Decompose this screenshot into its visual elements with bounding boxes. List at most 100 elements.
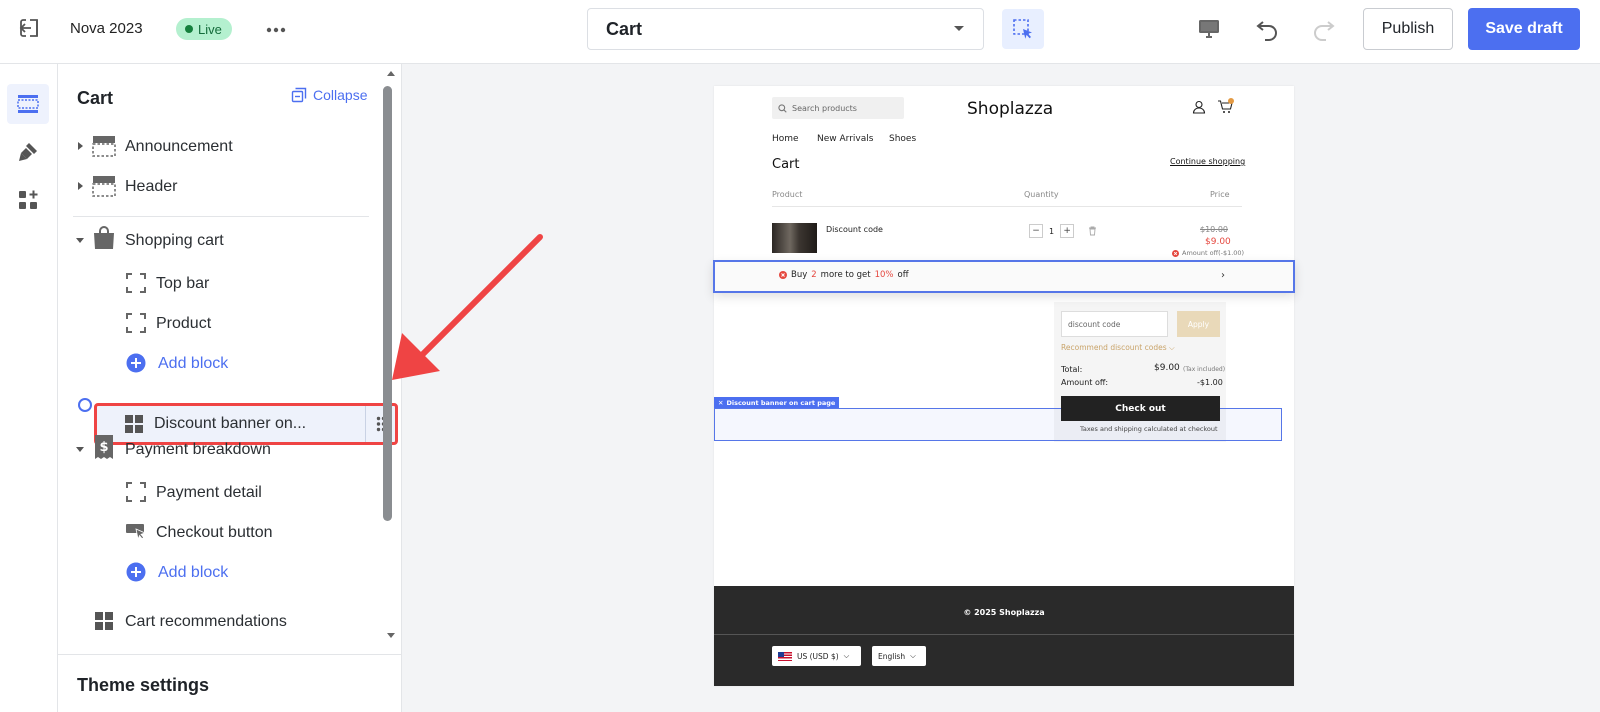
apply-button[interactable]: Apply xyxy=(1177,311,1220,337)
sidebar-item-top-bar[interactable]: Top bar xyxy=(58,267,380,299)
preview-search-box[interactable]: Search products xyxy=(772,97,904,119)
plus-icon[interactable]: + xyxy=(1060,224,1075,238)
column-header-product: Product xyxy=(772,190,803,199)
quantity-value: 1 xyxy=(1049,226,1055,236)
banner-prefix: Buy xyxy=(791,270,808,280)
close-icon[interactable]: ✕ xyxy=(718,399,723,407)
scroll-down-icon[interactable] xyxy=(386,632,396,640)
column-header-quantity: Quantity xyxy=(1024,190,1059,199)
language-value: English xyxy=(878,651,906,661)
more-options-icon[interactable] xyxy=(263,18,289,42)
shopping-bag-icon xyxy=(92,226,116,250)
currency-value: US (USD $) xyxy=(797,651,839,661)
nav-link-new-arrivals[interactable]: New Arrivals xyxy=(817,134,873,144)
account-icon[interactable] xyxy=(1192,100,1206,114)
desktop-view-icon[interactable] xyxy=(1194,14,1224,44)
cursor-button-icon xyxy=(124,520,148,544)
banner-count: 2 xyxy=(811,270,817,280)
sidebar-item-label: Header xyxy=(125,178,178,195)
redo-icon[interactable] xyxy=(1308,14,1338,44)
sidebar-item-shopping-cart[interactable]: Shopping cart xyxy=(58,224,380,256)
language-selector[interactable]: English ⌵ xyxy=(872,646,926,666)
sidebar-item-announcement[interactable]: Announcement xyxy=(58,130,380,162)
divider xyxy=(772,206,1242,207)
price-original: $10.00 xyxy=(1200,225,1228,234)
theme-settings[interactable]: Theme settings xyxy=(58,654,401,712)
status-badge: Live xyxy=(176,18,232,40)
undo-icon[interactable] xyxy=(1253,14,1283,44)
product-name[interactable]: Discount code xyxy=(826,225,883,234)
publish-button[interactable]: Publish xyxy=(1363,8,1453,50)
continue-shopping-link[interactable]: Continue shopping xyxy=(1170,157,1245,166)
section-layout-icon xyxy=(92,174,116,198)
store-brand: Shoplazza xyxy=(967,99,1054,119)
save-draft-button[interactable]: Save draft xyxy=(1468,8,1580,50)
checkout-button[interactable]: Check out xyxy=(1061,396,1220,421)
chevron-down-icon: ⌵ xyxy=(843,651,850,660)
scrollbar-thumb[interactable] xyxy=(383,86,392,521)
sections-icon[interactable] xyxy=(7,84,49,124)
amount-off-text: Amount off(-$1.00) xyxy=(1182,249,1245,257)
total-label: Total: xyxy=(1061,365,1083,374)
recommend-discount-link[interactable]: Recommend discount codes ⌵ xyxy=(1061,343,1175,353)
section-layout-icon xyxy=(92,134,116,158)
add-block-button[interactable]: Add block xyxy=(58,347,380,379)
block-tag[interactable]: ✕ Discount banner on cart page xyxy=(714,397,840,408)
nav-link-shoes[interactable]: Shoes xyxy=(889,134,916,144)
collapse-button[interactable]: Collapse xyxy=(291,87,367,103)
discount-banner-selected[interactable]: Buy 2 more to get 10% off › xyxy=(713,260,1295,293)
collapse-icon xyxy=(291,87,307,103)
amount-off-label: Amount off: xyxy=(1061,378,1109,387)
taxes-shipping-note: Taxes and shipping calculated at checkou… xyxy=(1080,425,1218,433)
plus-circle-icon xyxy=(124,560,148,584)
sidebar-item-label: Checkout button xyxy=(156,524,273,541)
tax-note: (Tax included) xyxy=(1183,366,1226,373)
caret-down-icon[interactable] xyxy=(75,444,85,454)
store-preview: Search products Shoplazza Home New Arriv… xyxy=(713,86,1295,686)
discount-code-input[interactable]: discount code xyxy=(1061,311,1168,337)
sidebar-item-payment-detail[interactable]: Payment detail xyxy=(58,476,380,508)
block-frame-icon xyxy=(124,271,148,295)
copyright-text: © 2025 Shoplazza xyxy=(963,608,1045,617)
status-text: Live xyxy=(198,21,222,37)
trash-icon[interactable] xyxy=(1088,226,1097,236)
add-apps-icon[interactable] xyxy=(7,180,49,220)
sidebar-item-label: Shopping cart xyxy=(125,232,224,249)
live-dot-icon xyxy=(185,25,193,33)
caret-right-icon[interactable] xyxy=(75,181,85,191)
cart-heading: Cart xyxy=(772,157,800,172)
exit-icon[interactable] xyxy=(18,17,40,39)
banner-middle: more to get xyxy=(820,270,871,280)
sidebar: Cart Collapse Announcement Header Shoppi… xyxy=(58,64,402,712)
total-value: $9.00 xyxy=(1154,363,1180,373)
minus-icon[interactable]: − xyxy=(1029,224,1043,238)
cart-icon[interactable] xyxy=(1217,98,1235,114)
sidebar-item-payment-breakdown[interactable]: $ Payment breakdown xyxy=(58,433,380,465)
amount-off-value: -$1.00 xyxy=(1197,378,1223,387)
chevron-right-icon[interactable]: › xyxy=(1221,270,1225,281)
collapse-label: Collapse xyxy=(313,87,368,103)
sidebar-item-cart-recommendations[interactable]: Cart recommendations xyxy=(58,605,380,637)
select-element-icon[interactable] xyxy=(1002,9,1044,49)
svg-text:$: $ xyxy=(99,440,108,455)
sidebar-item-label: Payment detail xyxy=(156,484,262,501)
block-frame-icon xyxy=(124,480,148,504)
price-discounted: $9.00 xyxy=(1205,237,1231,247)
sidebar-item-product[interactable]: Product xyxy=(58,307,380,339)
search-icon xyxy=(778,103,787,113)
caret-right-icon[interactable] xyxy=(75,141,85,151)
sidebar-item-checkout-button[interactable]: Checkout button xyxy=(58,516,380,548)
currency-selector[interactable]: US (USD $) ⌵ xyxy=(772,646,861,666)
sidebar-item-header[interactable]: Header xyxy=(58,170,380,202)
scroll-up-icon[interactable] xyxy=(386,69,396,77)
page-selector[interactable]: Cart xyxy=(587,8,984,50)
add-block-button[interactable]: Add block xyxy=(58,556,380,588)
chevron-down-icon: ⌵ xyxy=(910,651,916,660)
theme-settings-label: Theme settings xyxy=(77,675,210,695)
sidebar-item-label: Top bar xyxy=(156,275,210,292)
caret-down-icon[interactable] xyxy=(75,235,85,245)
theme-style-icon[interactable] xyxy=(7,132,49,172)
sidebar-item-label: Payment breakdown xyxy=(125,441,271,458)
quantity-stepper[interactable]: − 1 + xyxy=(1029,224,1097,238)
nav-link-home[interactable]: Home xyxy=(772,134,799,144)
